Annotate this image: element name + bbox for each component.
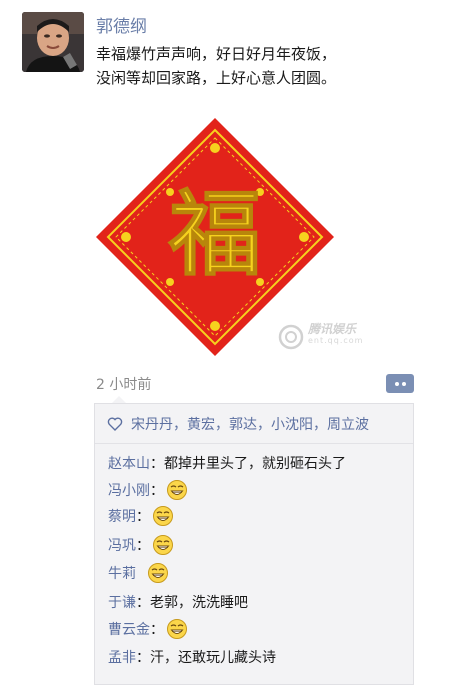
author-name[interactable]: 郭德纲 xyxy=(96,12,147,37)
comment-colon: ： xyxy=(136,509,150,525)
liker-name[interactable]: 周立波 xyxy=(327,417,369,433)
comment-text: 老郭，洗洗睡吧 xyxy=(150,595,248,611)
panel-arrow xyxy=(112,396,126,403)
grin-emoji-icon xyxy=(167,480,187,500)
avatar-portrait-icon xyxy=(22,12,84,72)
comment-colon: ： xyxy=(150,622,164,638)
liker-name[interactable]: 郭达 xyxy=(229,417,257,433)
comment-row: 蔡明： xyxy=(108,505,174,527)
comment-colon: ： xyxy=(136,595,150,611)
comment-row: 冯小刚： xyxy=(108,479,188,501)
comment-text: 汗，还敢玩儿藏头诗 xyxy=(150,650,276,666)
comment-row: 于谦：老郭，洗洗睡吧 xyxy=(108,591,248,613)
likes-row: 宋丹丹，黄宏，郭达，小沈阳，周立波 xyxy=(95,404,413,444)
liker-name[interactable]: 黄宏 xyxy=(187,417,215,433)
comment-bubble-icon xyxy=(401,381,406,386)
comment-author[interactable]: 孟非 xyxy=(108,647,136,667)
post-text-line: 幸福爆竹声声响，好日好月年夜饭， xyxy=(96,45,337,63)
comment-author[interactable]: 曹云金 xyxy=(108,619,150,639)
likers-list: 宋丹丹，黄宏，郭达，小沈阳，周立波 xyxy=(131,414,369,434)
comment-author[interactable]: 于谦 xyxy=(108,592,136,612)
post-timestamp: 2 小时前 xyxy=(96,377,152,393)
grin-emoji-icon xyxy=(153,535,173,555)
comment-author[interactable]: 蔡明 xyxy=(108,506,136,526)
qq-ent-logo-icon xyxy=(278,324,304,350)
grin-emoji-icon xyxy=(147,563,168,583)
liker-separator: ， xyxy=(313,416,327,433)
comment-row: 牛莉 xyxy=(108,562,169,584)
liker-separator: ， xyxy=(215,416,229,433)
comment-text: 都掉井里头了，就别砸石头了 xyxy=(164,456,346,472)
watermark: 腾讯娱乐 ent.qq.com xyxy=(278,318,388,354)
liker-separator: ， xyxy=(257,416,271,433)
comment-button[interactable] xyxy=(386,374,414,393)
fu-glyph: 福 xyxy=(168,180,261,288)
grin-emoji-icon xyxy=(153,506,173,526)
interaction-panel: 宋丹丹，黄宏，郭达，小沈阳，周立波 赵本山：都掉井里头了，就别砸石头了 冯小刚：蔡… xyxy=(94,403,414,685)
comment-colon xyxy=(136,565,145,581)
comment-row: 孟非：汗，还敢玩儿藏头诗 xyxy=(108,646,276,668)
grin-emoji-icon xyxy=(167,619,187,639)
liker-separator: ， xyxy=(173,416,187,433)
liker-name[interactable]: 小沈阳 xyxy=(271,417,313,433)
watermark-text: 腾讯娱乐 xyxy=(308,322,357,336)
comment-author[interactable]: 冯巩 xyxy=(108,535,136,555)
post-text-line: 没闲等却回家路，上好心意人团圆。 xyxy=(96,69,337,87)
comment-colon: ： xyxy=(136,650,150,666)
comment-colon: ： xyxy=(136,538,150,554)
comment-row: 冯巩： xyxy=(108,534,174,556)
comment-author[interactable]: 赵本山 xyxy=(108,453,150,473)
comment-row: 赵本山：都掉井里头了，就别砸石头了 xyxy=(108,452,346,474)
comment-author[interactable]: 牛莉 xyxy=(108,563,136,583)
comment-colon: ： xyxy=(150,483,164,499)
heart-icon xyxy=(107,417,123,431)
post-text: 幸福爆竹声声响，好日好月年夜饭， 没闲等却回家路，上好心意人团圆。 xyxy=(96,42,436,90)
comment-row: 曹云金： xyxy=(108,618,188,640)
watermark-sub: ent.qq.com xyxy=(308,336,364,345)
author-avatar[interactable] xyxy=(22,12,84,72)
liker-name[interactable]: 宋丹丹 xyxy=(131,417,173,433)
comment-author[interactable]: 冯小刚 xyxy=(108,480,150,500)
comment-bubble-icon xyxy=(394,381,399,386)
comment-colon: ： xyxy=(150,456,164,472)
